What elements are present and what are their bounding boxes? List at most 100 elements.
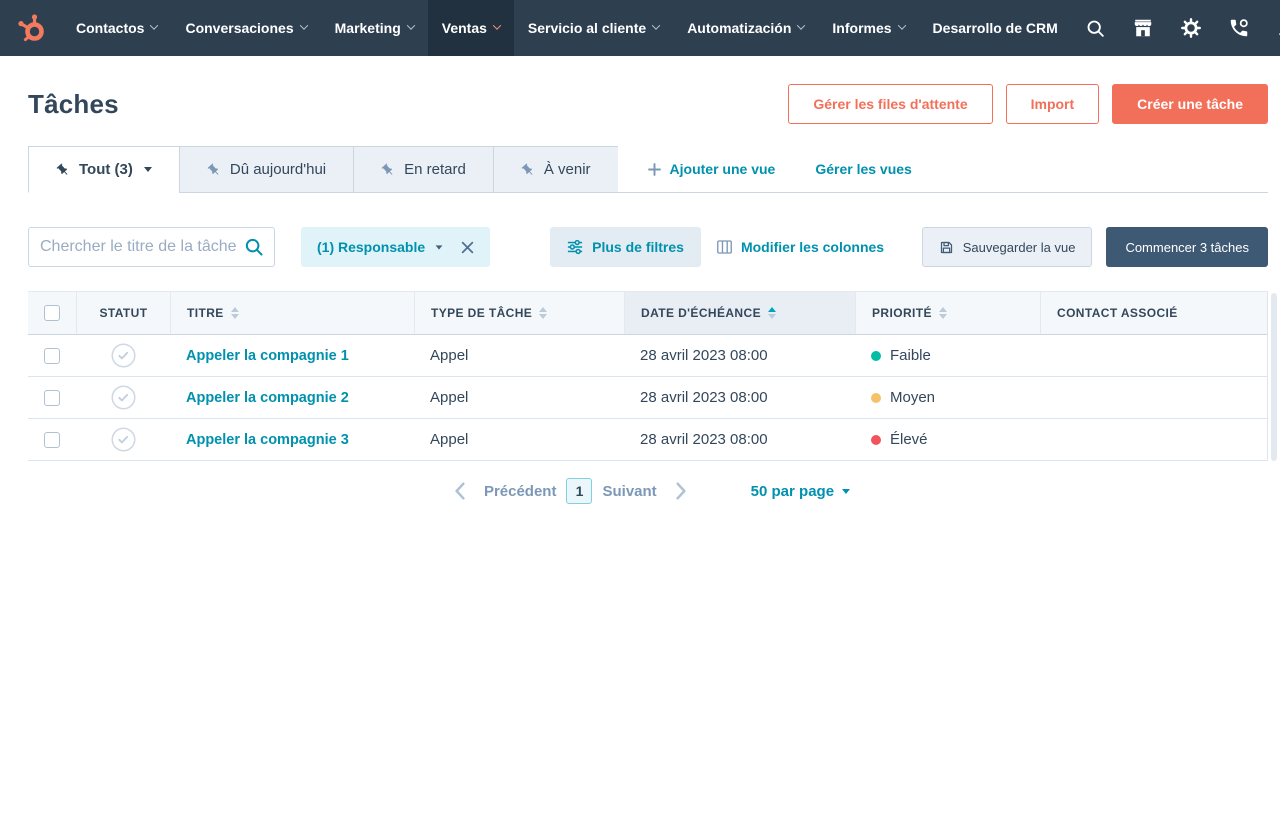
hubspot-logo[interactable] — [12, 0, 62, 56]
filter-bar: (1) Responsable Plus de filtres Modifier… — [28, 227, 1268, 267]
bell-icon — [1276, 18, 1280, 39]
nav-item-informes[interactable]: Informes — [818, 0, 918, 56]
column-header-priority[interactable]: PRIORITÉ — [855, 292, 1040, 334]
columns-icon — [717, 240, 732, 254]
start-tasks-button[interactable]: Commencer 3 tâches — [1106, 227, 1268, 267]
chevron-down-icon — [150, 21, 158, 29]
column-header-title[interactable]: TITRE — [170, 292, 414, 334]
sort-arrows-icon-ascending — [768, 307, 776, 320]
task-title-link[interactable]: Appeler la compagnie 3 — [186, 432, 349, 448]
create-task-button[interactable]: Créer une tâche — [1112, 84, 1268, 124]
tab-en-retard[interactable]: En retard — [353, 146, 493, 193]
pin-icon — [204, 160, 224, 180]
column-header-status[interactable]: STATUT — [76, 292, 170, 334]
nav-item-label: Marketing — [335, 20, 401, 36]
previous-page-button[interactable] — [446, 478, 474, 504]
complete-task-icon[interactable] — [111, 343, 136, 368]
tab-a-venir[interactable]: À venir — [493, 146, 618, 193]
nav-item-servicio-al-cliente[interactable]: Servicio al cliente — [514, 0, 673, 56]
manage-queues-button[interactable]: Gérer les files d'attente — [788, 84, 992, 124]
complete-task-icon[interactable] — [111, 385, 136, 410]
search-icon[interactable] — [243, 236, 265, 258]
priority-cell: Élevé — [855, 431, 1040, 448]
table-header-row: STATUT TITRE TYPE DE TÂCHE DATE D'ÉCHÉAN… — [28, 291, 1267, 335]
manage-views-button[interactable]: Gérer les vues — [815, 161, 912, 177]
priority-label: Moyen — [890, 389, 935, 406]
tab-tout[interactable]: Tout (3) — [28, 146, 179, 193]
nav-item-contactos[interactable]: Contactos — [62, 0, 171, 56]
plus-icon — [648, 163, 661, 176]
table-row: Appeler la compagnie 3 Appel 28 avril 20… — [28, 419, 1267, 461]
settings-button[interactable] — [1167, 0, 1215, 56]
type-cell: Appel — [414, 431, 624, 448]
nav-item-label: Contactos — [76, 20, 144, 36]
row-checkbox[interactable] — [44, 348, 60, 364]
page-header: Tâches Gérer les files d'attente Import … — [28, 84, 1268, 124]
next-page-label[interactable]: Suivant — [602, 483, 656, 500]
tab-du-aujourdhui[interactable]: Dû aujourd'hui — [179, 146, 353, 193]
current-page-button[interactable]: 1 — [566, 478, 592, 504]
nav-item-label: Desarrollo de CRM — [933, 20, 1058, 36]
nav-item-label: Servicio al cliente — [528, 20, 646, 36]
complete-task-icon[interactable] — [111, 427, 136, 452]
remove-filter-button[interactable] — [461, 241, 474, 254]
previous-page-label[interactable]: Précédent — [484, 483, 557, 500]
row-checkbox[interactable] — [44, 390, 60, 406]
priority-label: Élevé — [890, 431, 928, 448]
save-view-button[interactable]: Sauvegarder la vue — [922, 227, 1093, 267]
gear-icon — [1180, 17, 1202, 39]
column-header-type[interactable]: TYPE DE TÂCHE — [414, 292, 624, 334]
chevron-down-icon — [652, 21, 660, 29]
nav-item-ventas[interactable]: Ventas — [428, 0, 514, 56]
owner-filter-chip[interactable]: (1) Responsable — [301, 227, 490, 267]
edit-columns-button[interactable]: Modifier les colonnes — [717, 239, 884, 255]
nav-item-conversaciones[interactable]: Conversaciones — [171, 0, 320, 56]
pin-icon — [53, 160, 73, 180]
caret-down-icon — [842, 489, 850, 494]
column-header-due-date[interactable]: DATE D'ÉCHÉANCE — [624, 292, 855, 334]
search-icon — [1085, 18, 1106, 39]
calls-button[interactable] — [1215, 0, 1263, 56]
chevron-down-icon — [299, 21, 307, 29]
top-navigation-bar: Contactos Conversaciones Marketing Venta… — [0, 0, 1280, 56]
marketplace-button[interactable] — [1119, 0, 1167, 56]
priority-label: Faible — [890, 347, 931, 364]
chevron-down-icon — [493, 21, 501, 29]
add-view-label: Ajouter une vue — [670, 161, 776, 177]
task-title-link[interactable]: Appeler la compagnie 1 — [186, 348, 349, 364]
manage-views-label: Gérer les vues — [815, 161, 912, 177]
chevron-down-icon — [897, 21, 905, 29]
nav-item-automatizacion[interactable]: Automatización — [673, 0, 818, 56]
pin-icon — [378, 160, 398, 180]
caret-down-icon — [144, 167, 152, 172]
select-all-checkbox[interactable] — [44, 305, 60, 321]
nav-item-marketing[interactable]: Marketing — [321, 0, 428, 56]
filter-sliders-icon — [567, 239, 583, 255]
table-row: Appeler la compagnie 1 Appel 28 avril 20… — [28, 335, 1267, 377]
per-page-select[interactable]: 50 par page — [751, 483, 850, 500]
priority-dot — [871, 435, 881, 445]
hubspot-sprocket-icon — [14, 11, 48, 45]
nav-item-desarrollo-de-crm[interactable]: Desarrollo de CRM — [919, 0, 1072, 56]
column-label: PRIORITÉ — [872, 306, 932, 320]
type-cell: Appel — [414, 389, 624, 406]
status-cell — [76, 427, 170, 452]
notifications-button[interactable] — [1263, 0, 1280, 56]
status-cell — [76, 385, 170, 410]
marketplace-icon — [1132, 17, 1154, 39]
search-button[interactable] — [1072, 0, 1119, 56]
next-page-button[interactable] — [667, 478, 695, 504]
table-scrollbar[interactable] — [1271, 293, 1277, 461]
due-date-cell: 28 avril 2023 08:00 — [624, 389, 855, 406]
column-header-contact[interactable]: CONTACT ASSOCIÉ — [1040, 292, 1267, 334]
task-title-link[interactable]: Appeler la compagnie 2 — [186, 390, 349, 406]
table-row: Appeler la compagnie 2 Appel 28 avril 20… — [28, 377, 1267, 419]
priority-dot — [871, 351, 881, 361]
row-checkbox[interactable] — [44, 432, 60, 448]
pin-icon — [518, 160, 538, 180]
more-filters-button[interactable]: Plus de filtres — [550, 227, 701, 267]
add-view-button[interactable]: Ajouter une vue — [648, 161, 776, 177]
search-input[interactable] — [28, 227, 275, 267]
priority-cell: Faible — [855, 347, 1040, 364]
import-button[interactable]: Import — [1006, 84, 1100, 124]
